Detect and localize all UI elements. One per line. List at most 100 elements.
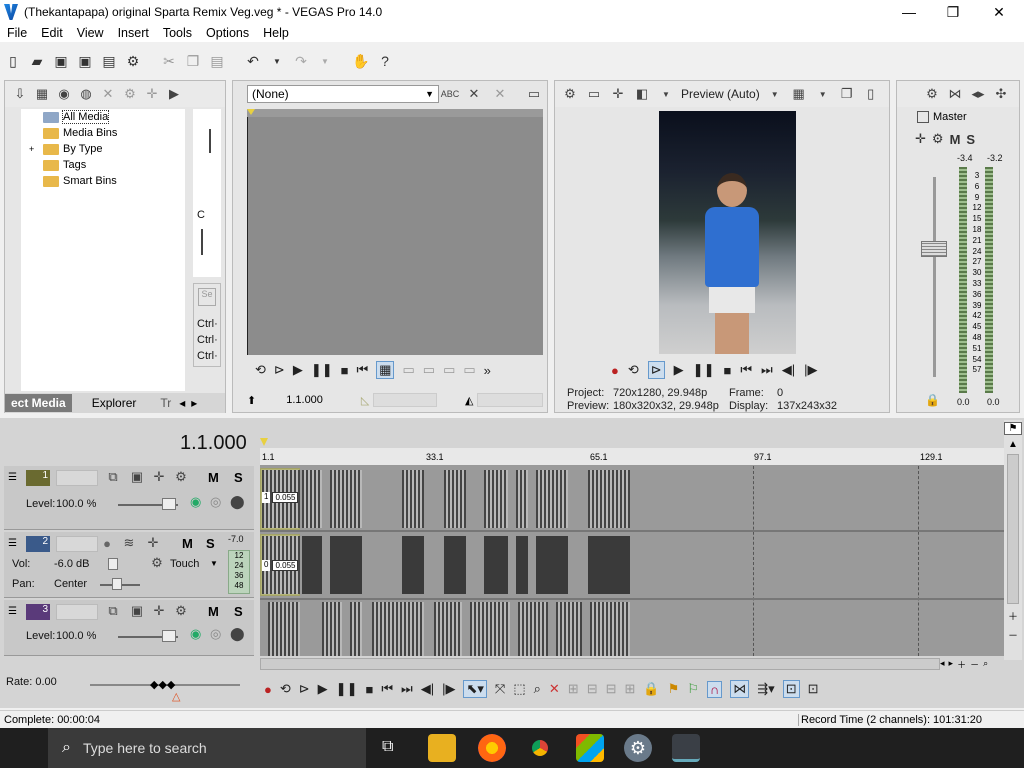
zoom-out-icon[interactable]: － (970, 658, 979, 670)
shortcut-icon[interactable]: Se (198, 288, 216, 306)
level-slider-handle[interactable] (162, 630, 176, 642)
preview-quality-dropdown[interactable]: Preview (Auto) (681, 87, 760, 101)
windows-start-icon[interactable] (16, 740, 32, 756)
trimmer-more-icon[interactable]: ▭ (463, 362, 475, 378)
trim-end-icon[interactable]: ⊟ (606, 681, 617, 697)
trimmer-options-icon[interactable]: ▭ (525, 85, 543, 103)
task-view-icon[interactable]: ⧉ (382, 738, 393, 756)
track-fx-chain-icon[interactable]: ✛ (150, 468, 168, 486)
tree-item-smart-bins[interactable]: Smart Bins (21, 173, 185, 189)
add-to-timeline-icon[interactable]: ▦ (376, 361, 395, 379)
import-media-icon[interactable]: ⇩ (11, 85, 29, 103)
tab-scroll-right-icon[interactable]: ▸ (191, 396, 197, 410)
spell-check-icon[interactable]: ABC (441, 85, 460, 103)
tab-transitions[interactable]: Tr (156, 394, 175, 412)
arm-record-icon[interactable]: ● (98, 534, 116, 552)
video-clip[interactable] (536, 470, 568, 528)
zoom-in-vertical-icon[interactable]: ＋ (1004, 608, 1022, 623)
scroll-up-icon[interactable]: ▲ (1004, 439, 1022, 450)
video-clip[interactable] (434, 602, 462, 656)
preview-fx-icon[interactable]: ✛ (609, 85, 627, 103)
record-icon[interactable]: ● (264, 682, 272, 697)
split-screen-icon[interactable]: ◧ (633, 85, 651, 103)
track-collapse-icon[interactable]: ☰ (8, 472, 17, 483)
properties-gear-icon[interactable]: ⚙ (124, 52, 142, 70)
master-fx-gear-icon[interactable]: ⚙ (932, 131, 944, 147)
track-fx-chain-icon[interactable]: ✛ (144, 534, 162, 552)
track-blend-icons[interactable]: ◎ (210, 494, 221, 510)
invert-phase-icon[interactable]: ≋ (120, 534, 138, 552)
video-clip[interactable] (470, 602, 510, 656)
marker-flag-icon[interactable]: ⚑ (1004, 422, 1022, 435)
hand-icon[interactable]: ✋ (352, 52, 370, 70)
track-motion-icon[interactable]: ⧉ (104, 468, 122, 486)
zoom-tool-icon[interactable]: ⌕ (983, 658, 988, 670)
video-clip[interactable] (588, 470, 630, 528)
paste-icon[interactable]: ▤ (208, 52, 226, 70)
lock-icon[interactable]: 🔒 (643, 681, 659, 697)
expand-icon[interactable]: + (29, 144, 43, 154)
automation-icon[interactable]: ⚙ (148, 554, 166, 572)
firefox-icon[interactable] (478, 734, 506, 762)
insert-icon[interactable]: ▭ (423, 362, 435, 378)
redo-dropdown-icon[interactable]: ▼ (316, 52, 334, 70)
timeline-ruler[interactable]: 1.1 33.1 65.1 97.1 129.1 (260, 438, 1004, 466)
copy-icon[interactable]: ❐ (184, 52, 202, 70)
go-to-end-icon[interactable]: ⏭ (401, 681, 413, 697)
master-fx-chain-icon[interactable]: ✛ (915, 131, 926, 147)
close-button[interactable]: ✕ (976, 0, 1022, 24)
save-snapshot-icon[interactable]: ▯ (862, 85, 880, 103)
video-clip[interactable] (268, 602, 300, 656)
save-as-icon[interactable]: ▣ (76, 52, 94, 70)
track-fx-gear-icon[interactable]: ⚙ (172, 468, 190, 486)
lock-icon[interactable]: 🔒 (925, 393, 940, 407)
video-clip[interactable] (484, 470, 508, 528)
split-icon[interactable]: ⊞ (625, 681, 636, 697)
loop-playback-icon[interactable]: ⟲ (628, 362, 639, 378)
tree-item-media-bins[interactable]: Media Bins (21, 125, 185, 141)
master-bypass-icon[interactable]: ⋈ (946, 85, 964, 103)
track-motion-icon[interactable]: ⧉ (104, 602, 122, 620)
vol-slider-handle[interactable] (108, 558, 118, 570)
undo-icon[interactable]: ↶ (244, 52, 262, 70)
track-collapse-icon[interactable]: ☰ (8, 606, 17, 617)
video-clip[interactable] (372, 602, 424, 656)
master-fader-handle[interactable] (921, 241, 947, 257)
video-clip[interactable] (402, 470, 424, 528)
envelope-tool-icon[interactable]: ⤧ (495, 681, 505, 697)
audio-clip[interactable] (588, 536, 630, 594)
go-to-end-icon[interactable]: ⏭ (761, 362, 773, 378)
help-icon[interactable]: ? (376, 52, 394, 70)
zoom-in-icon[interactable]: ＋ (957, 658, 966, 670)
track-name-field[interactable] (56, 536, 98, 552)
tree-item-all-media[interactable]: All Media (21, 109, 185, 125)
pause-icon[interactable]: ❚❚ (311, 362, 333, 378)
stop-icon[interactable]: ■ (365, 682, 373, 697)
redo-icon[interactable]: ↷ (292, 52, 310, 70)
clear-trimmer-icon[interactable]: ✕ (465, 85, 483, 103)
menu-insert[interactable]: Insert (111, 26, 156, 40)
trim-icon[interactable]: ⊞ (568, 681, 579, 697)
track-solo-button[interactable]: S (206, 536, 215, 551)
preview-settings-gear-icon[interactable]: ⚙ (561, 85, 579, 103)
go-to-start-icon[interactable]: ⏮ (381, 681, 393, 697)
track-blend-icons[interactable]: ⬤ (230, 494, 245, 510)
master-window-icon[interactable] (917, 111, 929, 123)
overlays-dropdown-icon[interactable]: ▼ (814, 85, 832, 103)
ripple-edit-icon[interactable]: ⇶▾ (757, 681, 774, 697)
level-slider-handle[interactable] (162, 498, 176, 510)
selection-length-field[interactable] (373, 393, 437, 407)
trimmer-display[interactable] (247, 117, 543, 355)
menu-options[interactable]: Options (199, 26, 256, 40)
pane-divider[interactable] (209, 129, 211, 153)
master-downmix-icon[interactable]: ◂▸ (969, 85, 987, 103)
auto-crossfade-icon[interactable]: ⋈ (730, 680, 750, 698)
play-from-start-icon[interactable]: ⊳ (274, 362, 285, 378)
new-file-icon[interactable]: ▯ (4, 52, 22, 70)
stop-icon[interactable]: ■ (341, 363, 349, 378)
overwrite-icon[interactable]: ▭ (402, 362, 414, 378)
copy-snapshot-icon[interactable]: ❐ (838, 85, 856, 103)
zoom-out-vertical-icon[interactable]: － (1004, 627, 1022, 642)
video-clip[interactable] (516, 470, 528, 528)
settings-gear-icon[interactable]: ⚙ (624, 734, 652, 762)
